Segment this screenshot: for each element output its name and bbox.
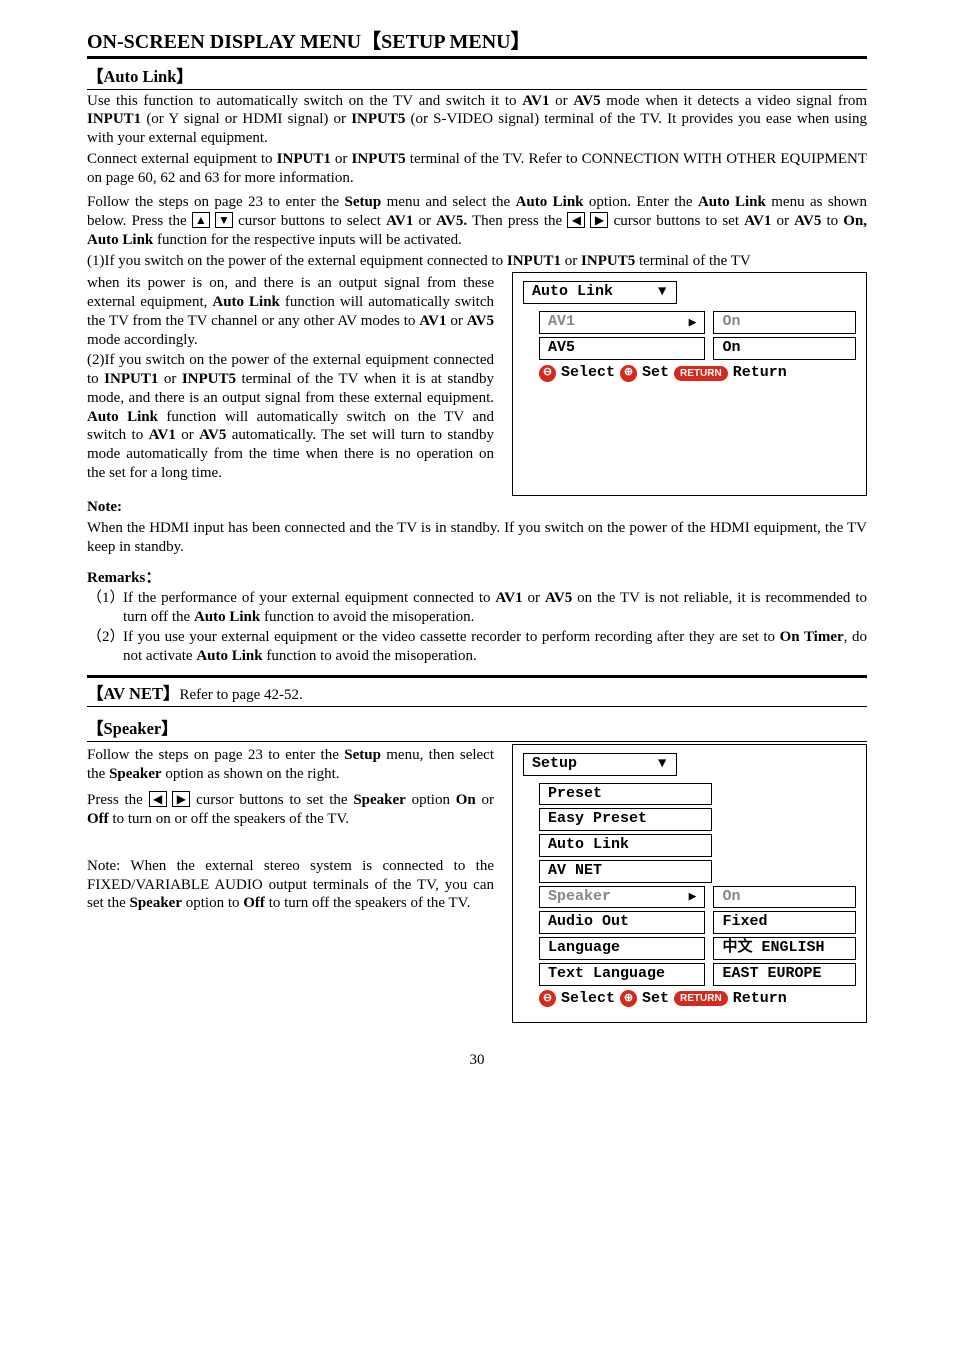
section-speaker: 【Speaker】 xyxy=(87,719,867,742)
osd-row[interactable]: AV NET xyxy=(539,860,712,883)
select-icon: ⊖ xyxy=(539,365,556,382)
triangle-down-icon: ▼ xyxy=(658,756,666,772)
osd-value: 中文 ENGLISH xyxy=(713,937,856,960)
osd-legend: ⊖Select ⊕Set RETURNReturn xyxy=(539,364,856,383)
remark-2: （2） If you use your external equipment o… xyxy=(87,628,867,666)
remarks-label: Remarks： xyxy=(87,570,160,586)
autolink-p1: Use this function to automatically switc… xyxy=(87,92,867,148)
osd-setup: Setup ▼ Preset Easy Preset Auto Link AV … xyxy=(512,744,867,1024)
osd-autolink: Auto Link ▼ AV1▶ On AV5 On ⊖Select ⊕Set … xyxy=(512,272,867,496)
osd-value: On xyxy=(713,337,856,360)
osd-row[interactable]: Easy Preset xyxy=(539,808,712,831)
autolink-p2: Connect external equipment to INPUT1 or … xyxy=(87,150,867,188)
note-text: When the HDMI input has been connected a… xyxy=(87,519,867,557)
osd-row[interactable]: Audio Out xyxy=(539,911,705,934)
remark-1: （1） If the performance of your external … xyxy=(87,589,867,627)
osd-row[interactable]: AV5 xyxy=(539,337,705,360)
return-pill: RETURN xyxy=(674,991,728,1006)
case1: when its power is on, and there is an ou… xyxy=(87,274,494,349)
osd-value: Fixed xyxy=(713,911,856,934)
osd-row[interactable]: Preset xyxy=(539,783,712,806)
osd-row[interactable]: Auto Link xyxy=(539,834,712,857)
case1-intro: (1)If you switch on the power of the ext… xyxy=(87,252,867,271)
page-title: ON-SCREEN DISPLAY MENU【SETUP MENU】 xyxy=(87,30,867,59)
osd-value: EAST EUROPE xyxy=(713,963,856,986)
triangle-right-icon: ▶ xyxy=(689,890,697,903)
speaker-p2: Press the ◀ ▶ cursor buttons to set the … xyxy=(87,791,494,829)
triangle-right-icon: ▶ xyxy=(689,316,697,329)
note-label: Note: xyxy=(87,499,122,515)
return-pill: RETURN xyxy=(674,366,728,381)
section-avnet: 【AV NET】Refer to page 42-52. xyxy=(87,684,867,707)
osd-value: On xyxy=(713,886,856,909)
osd-legend: ⊖Select ⊕Set RETURNReturn xyxy=(539,990,856,1009)
left-icon: ◀ xyxy=(149,791,167,807)
section-autolink: 【Auto Link】 xyxy=(87,67,867,90)
osd-value: On xyxy=(713,311,856,334)
up-icon: ▲ xyxy=(192,212,210,228)
case2: (2)If you switch on the power of the ext… xyxy=(87,351,494,482)
osd-row[interactable]: Language xyxy=(539,937,705,960)
osd-row[interactable]: Speaker▶ xyxy=(539,886,705,909)
right-icon: ▶ xyxy=(590,212,608,228)
triangle-down-icon: ▼ xyxy=(658,284,666,300)
set-icon: ⊕ xyxy=(620,365,637,382)
osd-row[interactable]: Text Language xyxy=(539,963,705,986)
set-icon: ⊕ xyxy=(620,990,637,1007)
down-icon: ▼ xyxy=(215,212,233,228)
right-icon: ▶ xyxy=(172,791,190,807)
speaker-p1: Follow the steps on page 23 to enter the… xyxy=(87,746,494,784)
select-icon: ⊖ xyxy=(539,990,556,1007)
left-icon: ◀ xyxy=(567,212,585,228)
autolink-p3: Follow the steps on page 23 to enter the… xyxy=(87,193,867,249)
page-number: 30 xyxy=(87,1051,867,1070)
osd-row[interactable]: AV1▶ xyxy=(539,311,705,334)
speaker-note: Note: When the external stereo system is… xyxy=(87,857,494,913)
